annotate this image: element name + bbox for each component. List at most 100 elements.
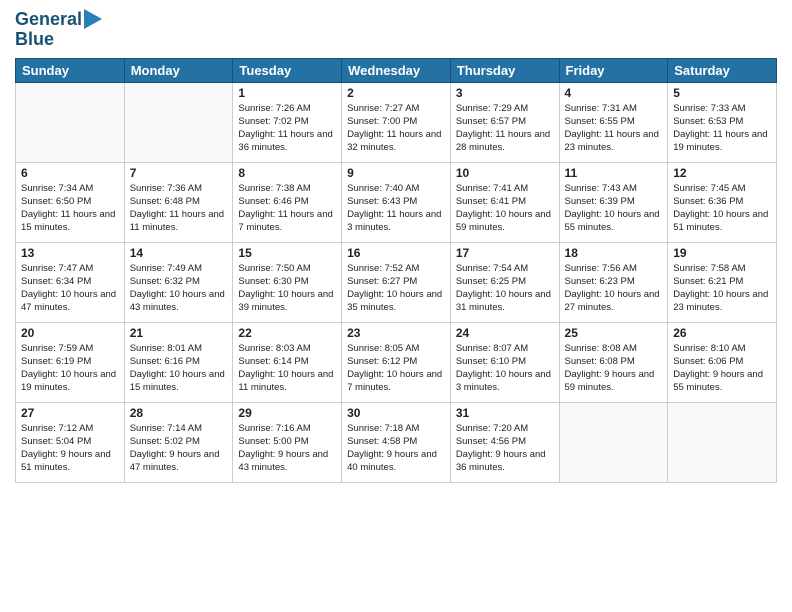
calendar-cell xyxy=(124,82,233,162)
day-sun-info: Sunrise: 8:10 AMSunset: 6:06 PMDaylight:… xyxy=(673,342,771,395)
calendar-cell: 12 Sunrise: 7:45 AMSunset: 6:36 PMDayligh… xyxy=(668,162,777,242)
day-sun-info: Sunrise: 8:01 AMSunset: 6:16 PMDaylight:… xyxy=(130,342,228,395)
day-number: 7 xyxy=(130,166,228,180)
day-number: 13 xyxy=(21,246,119,260)
day-sun-info: Sunrise: 7:34 AMSunset: 6:50 PMDaylight:… xyxy=(21,182,119,235)
day-sun-info: Sunrise: 7:56 AMSunset: 6:23 PMDaylight:… xyxy=(565,262,663,315)
day-number: 9 xyxy=(347,166,445,180)
day-number: 20 xyxy=(21,326,119,340)
calendar: SundayMondayTuesdayWednesdayThursdayFrid… xyxy=(15,58,777,483)
weekday-header-tuesday: Tuesday xyxy=(233,58,342,82)
day-number: 8 xyxy=(238,166,336,180)
logo: General Blue xyxy=(15,10,102,50)
day-sun-info: Sunrise: 7:12 AMSunset: 5:04 PMDaylight:… xyxy=(21,422,119,475)
weekday-header-monday: Monday xyxy=(124,58,233,82)
day-sun-info: Sunrise: 7:29 AMSunset: 6:57 PMDaylight:… xyxy=(456,102,554,155)
calendar-cell xyxy=(668,402,777,482)
calendar-cell: 4Sunrise: 7:31 AMSunset: 6:55 PMDaylight… xyxy=(559,82,668,162)
day-sun-info: Sunrise: 7:50 AMSunset: 6:30 PMDaylight:… xyxy=(238,262,336,315)
day-number: 11 xyxy=(565,166,663,180)
calendar-cell: 9Sunrise: 7:40 AMSunset: 6:43 PMDaylight… xyxy=(342,162,451,242)
calendar-cell: 28Sunrise: 7:14 AMSunset: 5:02 PMDayligh… xyxy=(124,402,233,482)
day-sun-info: Sunrise: 7:14 AMSunset: 5:02 PMDaylight:… xyxy=(130,422,228,475)
day-number: 22 xyxy=(238,326,336,340)
day-number: 24 xyxy=(456,326,554,340)
day-number: 10 xyxy=(456,166,554,180)
day-number: 19 xyxy=(673,246,771,260)
calendar-cell: 22 Sunrise: 8:03 AMSunset: 6:14 PMDayligh… xyxy=(233,322,342,402)
day-sun-info: Sunrise: 8:05 AMSunset: 6:12 PMDaylight:… xyxy=(347,342,445,395)
calendar-cell: 23 Sunrise: 8:05 AMSunset: 6:12 PMDayligh… xyxy=(342,322,451,402)
calendar-cell: 21 Sunrise: 8:01 AMSunset: 6:16 PMDayligh… xyxy=(124,322,233,402)
logo-blue-text: Blue xyxy=(15,29,54,49)
week-row-1: 1 Sunrise: 7:26 AMSunset: 7:02 PMDaylight… xyxy=(16,82,777,162)
day-number: 27 xyxy=(21,406,119,420)
day-number: 25 xyxy=(565,326,663,340)
day-number: 1 xyxy=(238,86,336,100)
header: General Blue xyxy=(15,10,777,50)
day-sun-info: Sunrise: 7:45 AMSunset: 6:36 PMDaylight:… xyxy=(673,182,771,235)
day-number: 16 xyxy=(347,246,445,260)
day-sun-info: Sunrise: 7:47 AMSunset: 6:34 PMDaylight:… xyxy=(21,262,119,315)
calendar-cell: 3 Sunrise: 7:29 AMSunset: 6:57 PMDaylight… xyxy=(450,82,559,162)
calendar-cell: 1 Sunrise: 7:26 AMSunset: 7:02 PMDaylight… xyxy=(233,82,342,162)
calendar-cell: 17 Sunrise: 7:54 AMSunset: 6:25 PMDayligh… xyxy=(450,242,559,322)
weekday-header-saturday: Saturday xyxy=(668,58,777,82)
day-number: 26 xyxy=(673,326,771,340)
day-sun-info: Sunrise: 7:43 AMSunset: 6:39 PMDaylight:… xyxy=(565,182,663,235)
day-sun-info: Sunrise: 7:49 AMSunset: 6:32 PMDaylight:… xyxy=(130,262,228,315)
week-row-3: 13 Sunrise: 7:47 AMSunset: 6:34 PMDayligh… xyxy=(16,242,777,322)
day-sun-info: Sunrise: 7:38 AMSunset: 6:46 PMDaylight:… xyxy=(238,182,336,235)
logo-text: General xyxy=(15,10,82,30)
day-number: 12 xyxy=(673,166,771,180)
week-row-4: 20 Sunrise: 7:59 AMSunset: 6:19 PMDayligh… xyxy=(16,322,777,402)
calendar-cell: 29Sunrise: 7:16 AMSunset: 5:00 PMDayligh… xyxy=(233,402,342,482)
day-sun-info: Sunrise: 7:33 AMSunset: 6:53 PMDaylight:… xyxy=(673,102,771,155)
weekday-header-sunday: Sunday xyxy=(16,58,125,82)
calendar-cell: 6 Sunrise: 7:34 AMSunset: 6:50 PMDaylight… xyxy=(16,162,125,242)
calendar-cell: 16 Sunrise: 7:52 AMSunset: 6:27 PMDayligh… xyxy=(342,242,451,322)
day-sun-info: Sunrise: 7:18 AMSunset: 4:58 PMDaylight:… xyxy=(347,422,445,475)
calendar-cell: 13 Sunrise: 7:47 AMSunset: 6:34 PMDayligh… xyxy=(16,242,125,322)
day-number: 4 xyxy=(565,86,663,100)
day-sun-info: Sunrise: 7:52 AMSunset: 6:27 PMDaylight:… xyxy=(347,262,445,315)
calendar-cell xyxy=(559,402,668,482)
day-sun-info: Sunrise: 7:58 AMSunset: 6:21 PMDaylight:… xyxy=(673,262,771,315)
weekday-header-row: SundayMondayTuesdayWednesdayThursdayFrid… xyxy=(16,58,777,82)
calendar-cell: 15 Sunrise: 7:50 AMSunset: 6:30 PMDayligh… xyxy=(233,242,342,322)
day-number: 23 xyxy=(347,326,445,340)
calendar-cell: 26 Sunrise: 8:10 AMSunset: 6:06 PMDayligh… xyxy=(668,322,777,402)
day-number: 2 xyxy=(347,86,445,100)
calendar-cell: 20 Sunrise: 7:59 AMSunset: 6:19 PMDayligh… xyxy=(16,322,125,402)
calendar-cell: 8 Sunrise: 7:38 AMSunset: 6:46 PMDaylight… xyxy=(233,162,342,242)
day-number: 30 xyxy=(347,406,445,420)
day-sun-info: Sunrise: 7:36 AMSunset: 6:48 PMDaylight:… xyxy=(130,182,228,235)
logo-arrow-icon xyxy=(84,9,102,29)
day-number: 17 xyxy=(456,246,554,260)
day-number: 6 xyxy=(21,166,119,180)
day-sun-info: Sunrise: 7:26 AMSunset: 7:02 PMDaylight:… xyxy=(238,102,336,155)
calendar-cell: 31Sunrise: 7:20 AMSunset: 4:56 PMDayligh… xyxy=(450,402,559,482)
calendar-cell: 5Sunrise: 7:33 AMSunset: 6:53 PMDaylight… xyxy=(668,82,777,162)
day-number: 21 xyxy=(130,326,228,340)
day-number: 14 xyxy=(130,246,228,260)
weekday-header-friday: Friday xyxy=(559,58,668,82)
day-sun-info: Sunrise: 7:20 AMSunset: 4:56 PMDaylight:… xyxy=(456,422,554,475)
calendar-cell: 30 Sunrise: 7:18 AMSunset: 4:58 PMDayligh… xyxy=(342,402,451,482)
calendar-cell: 27 Sunrise: 7:12 AMSunset: 5:04 PMDayligh… xyxy=(16,402,125,482)
day-number: 3 xyxy=(456,86,554,100)
calendar-cell: 7 Sunrise: 7:36 AMSunset: 6:48 PMDaylight… xyxy=(124,162,233,242)
day-sun-info: Sunrise: 7:59 AMSunset: 6:19 PMDaylight:… xyxy=(21,342,119,395)
week-row-2: 6 Sunrise: 7:34 AMSunset: 6:50 PMDaylight… xyxy=(16,162,777,242)
calendar-cell: 2Sunrise: 7:27 AMSunset: 7:00 PMDaylight… xyxy=(342,82,451,162)
weekday-header-thursday: Thursday xyxy=(450,58,559,82)
day-sun-info: Sunrise: 8:08 AMSunset: 6:08 PMDaylight:… xyxy=(565,342,663,395)
calendar-cell: 18Sunrise: 7:56 AMSunset: 6:23 PMDayligh… xyxy=(559,242,668,322)
calendar-cell: 11 Sunrise: 7:43 AMSunset: 6:39 PMDayligh… xyxy=(559,162,668,242)
day-sun-info: Sunrise: 7:16 AMSunset: 5:00 PMDaylight:… xyxy=(238,422,336,475)
calendar-cell: 19 Sunrise: 7:58 AMSunset: 6:21 PMDayligh… xyxy=(668,242,777,322)
day-sun-info: Sunrise: 8:03 AMSunset: 6:14 PMDaylight:… xyxy=(238,342,336,395)
day-sun-info: Sunrise: 7:54 AMSunset: 6:25 PMDaylight:… xyxy=(456,262,554,315)
calendar-cell: 10Sunrise: 7:41 AMSunset: 6:41 PMDayligh… xyxy=(450,162,559,242)
day-number: 15 xyxy=(238,246,336,260)
